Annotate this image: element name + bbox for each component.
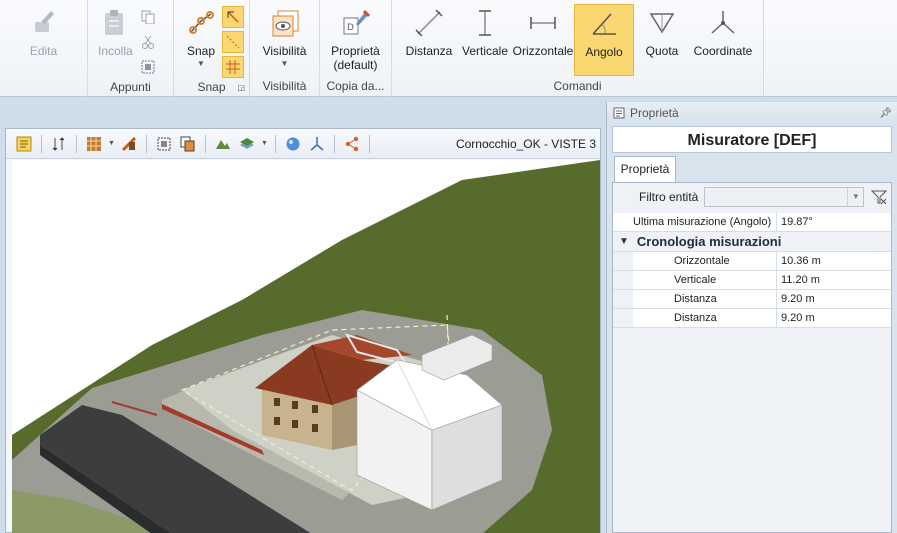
snap-line-toggle[interactable]	[222, 31, 244, 53]
share-icon	[345, 136, 359, 151]
snap-grid-icon	[226, 60, 240, 74]
coordinate-button[interactable]: Coordinate	[690, 4, 756, 76]
viewport-toolbar: ▼ ▼ Cornocchio_OK - VISTE 3	[6, 129, 600, 159]
texture-icon	[87, 136, 101, 151]
eyedropper-icon: D	[338, 6, 372, 40]
pin-icon[interactable]: 📌︎	[879, 108, 892, 119]
sort-icon	[52, 136, 65, 151]
properties-body: Filtro entità ▼ Ultima misurazione (Ango…	[612, 182, 892, 533]
chevron-down-icon: ▼	[280, 59, 289, 68]
snap-endpoint-icon	[227, 11, 239, 23]
paste-icon	[98, 6, 132, 40]
distanza-button[interactable]: Distanza	[400, 4, 458, 76]
group-visibilita: Visibilità ▼ Visibilità	[250, 0, 320, 97]
category-history[interactable]: ▼ Cronologia misurazioni	[613, 232, 891, 252]
chevron-down-icon[interactable]: ▼	[261, 140, 268, 147]
viewport-title: Cornocchio_OK - VISTE 3	[455, 137, 596, 151]
entity-filter-select[interactable]: ▼	[704, 187, 865, 207]
select-icon	[141, 60, 155, 74]
sort-button[interactable]	[49, 134, 69, 154]
terrain-button[interactable]	[213, 134, 233, 154]
history-row: Verticale 11.20 m	[613, 271, 891, 290]
horizontal-icon	[526, 6, 560, 40]
snap-endpoint-toggle[interactable]	[222, 6, 244, 28]
history-row: Orizzontale 10.36 m	[613, 252, 891, 271]
layers-icon	[239, 137, 254, 149]
quota-button[interactable]: Quota	[634, 4, 690, 76]
incolla-button[interactable]: Incolla	[94, 4, 137, 76]
snap-icon	[184, 6, 218, 40]
visibilita-button[interactable]: Visibilità ▼	[259, 4, 311, 76]
chevron-down-icon[interactable]: ▼	[108, 140, 115, 147]
properties-header: Misuratore [DEF]	[612, 126, 892, 153]
verticale-button[interactable]: Verticale	[458, 4, 512, 76]
vertical-icon	[468, 6, 502, 40]
zoom-extent-icon	[157, 137, 171, 150]
svg-text:D: D	[347, 23, 354, 33]
edita-button[interactable]: Edita	[23, 4, 65, 76]
properties-icon	[613, 107, 625, 119]
ribbon: Edita Incolla Appunti Snap ▼ Snap ◲ Visi…	[0, 0, 897, 97]
share-button[interactable]	[342, 134, 362, 154]
angolo-button[interactable]: Angolo	[574, 4, 634, 76]
history-row: Distanza 9.20 m	[613, 309, 891, 328]
group-comandi: Distanza Verticale Orizzontale Angolo Qu…	[392, 0, 764, 97]
sphere-icon	[286, 137, 300, 150]
eye-icon	[268, 6, 302, 40]
3d-scene[interactable]	[12, 160, 600, 533]
cut-button[interactable]	[137, 31, 159, 53]
scissors-icon	[141, 35, 154, 49]
section-icon	[121, 136, 136, 151]
chevron-down-icon: ▼	[197, 59, 205, 68]
properties-tabs: Proprietà	[612, 153, 892, 182]
group-copia: D Proprietà (default) Copia da...	[320, 0, 392, 97]
group-modifica: Edita	[0, 0, 88, 97]
properties-titlebar: Proprietà 📌︎	[607, 102, 897, 124]
clear-filter-button[interactable]	[870, 188, 888, 206]
axes-icon	[310, 136, 324, 151]
select-all-button[interactable]	[137, 56, 159, 78]
copy-button[interactable]	[137, 6, 159, 28]
copy-view-button[interactable]	[178, 134, 198, 154]
snap-grid-toggle[interactable]	[222, 56, 244, 78]
history-row: Distanza 9.20 m	[613, 290, 891, 309]
proprieta-default-button[interactable]: D Proprietà (default)	[327, 4, 384, 76]
chevron-down-icon: ▼	[847, 188, 863, 206]
copy-view-icon	[180, 136, 195, 151]
dialog-launcher-icon[interactable]: ◲	[237, 83, 245, 92]
funnel-icon	[871, 190, 888, 205]
angle-icon	[587, 7, 621, 41]
snap-button[interactable]: Snap ▼	[180, 4, 222, 76]
edit-brush-icon	[27, 6, 61, 40]
snap-line-icon	[226, 35, 240, 49]
copy-icon	[141, 10, 155, 24]
view-properties-button[interactable]	[14, 134, 34, 154]
sphere-button[interactable]	[283, 134, 303, 154]
section-button[interactable]	[119, 134, 139, 154]
properties-panel: Proprietà 📌︎ Misuratore [DEF] Proprietà …	[606, 102, 897, 533]
zoom-extent-button[interactable]	[154, 134, 174, 154]
elevation-icon	[645, 6, 679, 40]
properties-icon	[16, 136, 32, 151]
orizzontale-button[interactable]: Orizzontale	[512, 4, 574, 76]
terrain-icon	[215, 139, 230, 149]
axes-button[interactable]	[307, 134, 327, 154]
layers-button[interactable]	[237, 134, 257, 154]
group-appunti: Incolla Appunti	[88, 0, 174, 97]
tab-proprieta[interactable]: Proprietà	[614, 156, 676, 182]
chevron-down-icon: ▼	[619, 236, 629, 247]
distance-icon	[412, 6, 446, 40]
row-last-measure: Ultima misurazione (Angolo) 19.87°	[613, 213, 891, 232]
coordinate-icon	[706, 6, 740, 40]
property-grid: Ultima misurazione (Angolo) 19.87° ▼ Cro…	[613, 213, 891, 328]
group-snap: Snap ▼ Snap ◲	[174, 0, 250, 97]
render-mode-button[interactable]	[84, 134, 104, 154]
entity-filter: Filtro entità ▼	[613, 183, 891, 211]
viewport-window: ▼ ▼ Cornocchio_OK - VISTE 3	[5, 128, 601, 533]
